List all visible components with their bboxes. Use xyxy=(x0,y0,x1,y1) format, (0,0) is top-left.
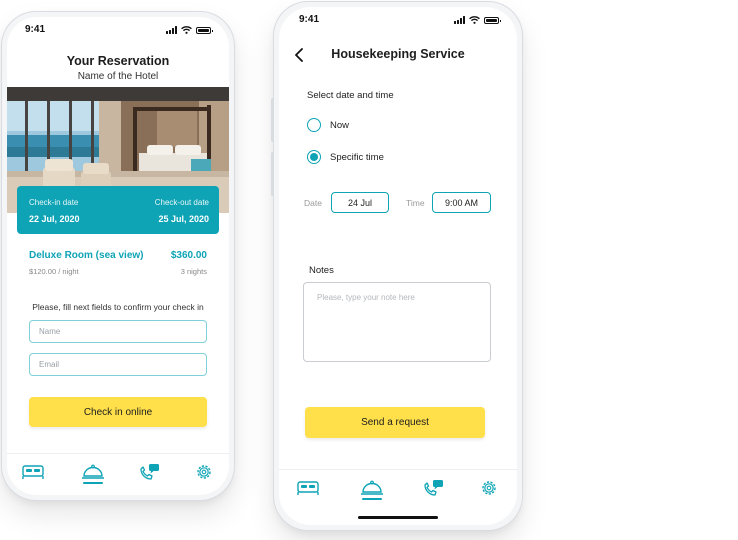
option-now-label: Now xyxy=(330,119,350,131)
notes-label: Notes xyxy=(309,265,334,276)
tab-room-service[interactable] xyxy=(358,476,386,500)
bed-icon xyxy=(297,481,319,495)
battery-icon xyxy=(484,16,501,24)
room-service-icon xyxy=(82,464,104,479)
gear-icon xyxy=(482,481,496,495)
phone-left: 9:41 Your Reservation Name of the Hotel xyxy=(2,12,234,500)
name-input[interactable] xyxy=(29,320,207,343)
radio-specific-time[interactable] xyxy=(307,150,321,164)
phone-chat-icon xyxy=(424,480,443,496)
schedule-label: Select date and time xyxy=(307,90,394,101)
status-time: 9:41 xyxy=(25,24,46,35)
signal-icon xyxy=(454,16,465,24)
housekeeping-screen: 9:41 Housekeeping Service Select date an… xyxy=(279,7,517,525)
radio-now[interactable] xyxy=(307,118,321,132)
tab-bed[interactable] xyxy=(19,460,47,484)
booking-dates-card: Check-in date 22 Jul, 2020 Check-out dat… xyxy=(17,186,219,234)
battery-icon xyxy=(196,26,213,34)
checkin-instructions: Please, fill next fields to confirm your… xyxy=(32,302,204,312)
volume-down-button xyxy=(271,152,274,196)
checkout-date: 25 Jul, 2020 xyxy=(158,214,209,224)
tab-settings[interactable] xyxy=(475,476,503,500)
tab-bar xyxy=(7,453,229,495)
checkin-date: 22 Jul, 2020 xyxy=(29,214,80,224)
checkout-label: Check-out date xyxy=(154,198,209,207)
tab-settings[interactable] xyxy=(190,460,218,484)
phone-chat-icon xyxy=(140,464,159,480)
room-name: Deluxe Room (sea view) xyxy=(29,250,144,261)
nights-count: 3 nights xyxy=(180,267,207,276)
status-bar: 9:41 xyxy=(7,17,229,43)
tab-bed[interactable] xyxy=(294,476,322,500)
signal-icon xyxy=(166,26,177,34)
wifi-icon xyxy=(181,26,192,34)
page-title: Your Reservation xyxy=(66,54,170,68)
phone-right: 9:41 Housekeeping Service Select date an… xyxy=(271,2,522,530)
home-indicator xyxy=(358,516,438,519)
time-label: Time xyxy=(406,198,425,208)
time-picker[interactable]: 9:00 AM xyxy=(432,192,491,213)
active-tab-indicator xyxy=(83,482,103,484)
status-time: 9:41 xyxy=(299,14,320,25)
price-per-night: $120.00 / night xyxy=(29,267,79,276)
room-service-icon xyxy=(361,480,383,495)
date-label: Date xyxy=(304,198,322,208)
tab-contact[interactable] xyxy=(135,460,163,484)
tab-contact[interactable] xyxy=(419,476,447,500)
notes-textarea[interactable] xyxy=(303,282,491,362)
volume-up-button xyxy=(271,98,274,142)
email-input[interactable] xyxy=(29,353,207,376)
reservation-screen: 9:41 Your Reservation Name of the Hotel xyxy=(7,17,229,495)
send-request-button[interactable]: Send a request xyxy=(305,407,485,438)
active-tab-indicator xyxy=(362,498,382,500)
status-bar: 9:41 xyxy=(279,7,517,33)
checkin-label: Check-in date xyxy=(29,198,79,207)
room-total-price: $360.00 xyxy=(170,250,207,261)
wifi-icon xyxy=(469,16,480,24)
check-in-online-button[interactable]: Check in online xyxy=(29,397,207,427)
tab-room-service[interactable] xyxy=(79,460,107,484)
status-icons xyxy=(454,16,501,24)
tab-bar xyxy=(279,469,517,519)
status-icons xyxy=(166,26,213,34)
option-specific-time[interactable]: Specific time xyxy=(307,150,384,164)
option-specific-time-label: Specific time xyxy=(330,151,384,163)
date-picker[interactable]: 24 Jul xyxy=(331,192,389,213)
gear-icon xyxy=(197,465,211,479)
hotel-name: Name of the Hotel xyxy=(77,71,159,82)
bed-icon xyxy=(22,465,44,479)
option-now[interactable]: Now xyxy=(307,118,349,132)
page-title: Housekeeping Service xyxy=(331,47,465,61)
